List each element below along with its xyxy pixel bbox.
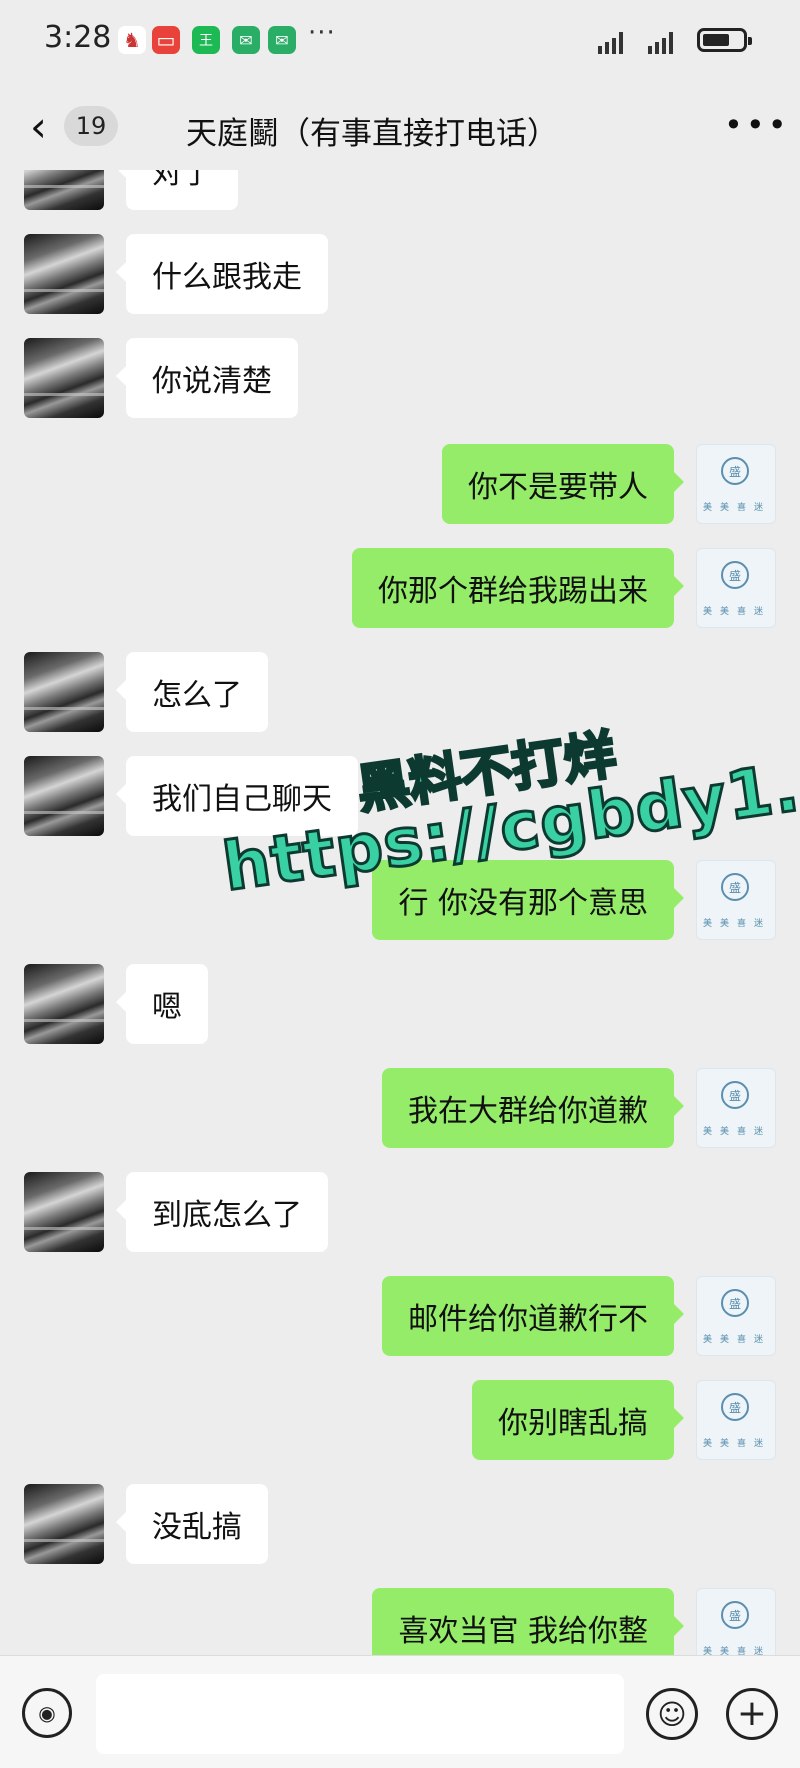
avatar[interactable]: 盛 美美喜迷: [696, 860, 776, 940]
seal-icon: 盛: [721, 1289, 749, 1317]
avatar-caption: 美美喜迷: [703, 503, 772, 513]
seal-icon: 盛: [721, 1601, 749, 1629]
message-bubble[interactable]: 行 你没有那个意思: [372, 860, 684, 940]
seal-icon: 盛: [721, 1081, 749, 1109]
message-bubble[interactable]: 到底怎么了: [116, 1172, 328, 1252]
more-notifications-icon: ···: [308, 18, 336, 48]
avatar[interactable]: [24, 652, 104, 732]
message-bubble[interactable]: 嗯: [116, 964, 208, 1044]
message-bubble[interactable]: 你不是要带人: [442, 444, 684, 524]
avatar[interactable]: [24, 964, 104, 1044]
input-bar: ◉ ☺ +: [0, 1655, 800, 1768]
avatar[interactable]: 盛 美美喜迷: [696, 1068, 776, 1148]
signal-icon: [598, 30, 623, 54]
message-bubble[interactable]: 喜欢当官 我给你整: [372, 1588, 684, 1655]
avatar[interactable]: 盛 美美喜迷: [696, 1380, 776, 1460]
avatar-caption: 美美喜迷: [703, 919, 772, 929]
green-app-icon: 王: [192, 26, 220, 54]
avatar[interactable]: 盛 美美喜迷: [696, 1588, 776, 1655]
message-bubble[interactable]: 对了: [116, 170, 238, 210]
message-bubble[interactable]: 我们自己聊天: [116, 756, 358, 836]
message-bubble[interactable]: 我在大群给你道歉: [382, 1068, 684, 1148]
avatar[interactable]: 盛 美美喜迷: [696, 444, 776, 524]
message-input[interactable]: [96, 1674, 624, 1754]
wechat-icon: ✉: [232, 26, 260, 54]
avatar[interactable]: 盛 美美喜迷: [696, 548, 776, 628]
avatar-caption: 美美喜迷: [703, 607, 772, 617]
avatar-caption: 美美喜迷: [703, 1127, 772, 1137]
avatar[interactable]: [24, 756, 104, 836]
message-bubble[interactable]: 邮件给你道歉行不: [382, 1276, 684, 1356]
avatar[interactable]: [24, 234, 104, 314]
avatar-caption: 美美喜迷: [703, 1647, 772, 1655]
game-app-icon: ♞: [118, 26, 146, 54]
signal-icon-2: [648, 30, 673, 54]
back-icon[interactable]: ‹: [30, 106, 47, 148]
avatar-caption: 美美喜迷: [703, 1335, 772, 1345]
avatar[interactable]: [24, 170, 104, 210]
red-app-icon: ▭: [152, 26, 180, 54]
voice-icon[interactable]: ◉: [22, 1688, 72, 1738]
seal-icon: 盛: [721, 561, 749, 589]
message-list[interactable]: 对了 什么跟我走 你说清楚 盛 美美喜迷 你不是要带人 盛 美美喜迷 你那个群给…: [0, 170, 800, 1655]
battery-icon: [697, 28, 752, 52]
avatar[interactable]: [24, 338, 104, 418]
unread-badge[interactable]: 19: [64, 106, 118, 146]
status-bar: 3:28 ♞ ▭ 王 ✉ ✉ ···: [0, 0, 800, 84]
seal-icon: 盛: [721, 457, 749, 485]
more-icon[interactable]: •••: [724, 106, 790, 144]
seal-icon: 盛: [721, 1393, 749, 1421]
message-bubble[interactable]: 你那个群给我踢出来: [352, 548, 684, 628]
status-time: 3:28: [44, 20, 112, 55]
chat-header: ‹ 19 天庭鬭（有事直接打电话） •••: [0, 84, 800, 170]
avatar[interactable]: [24, 1172, 104, 1252]
avatar-caption: 美美喜迷: [703, 1439, 772, 1449]
message-bubble[interactable]: 什么跟我走: [116, 234, 328, 314]
message-bubble[interactable]: 怎么了: [116, 652, 268, 732]
message-bubble[interactable]: 你说清楚: [116, 338, 298, 418]
emoji-icon[interactable]: ☺: [646, 1688, 698, 1740]
seal-icon: 盛: [721, 873, 749, 901]
message-bubble[interactable]: 没乱搞: [116, 1484, 268, 1564]
plus-icon[interactable]: +: [726, 1688, 778, 1740]
message-bubble[interactable]: 你别瞎乱搞: [472, 1380, 684, 1460]
avatar[interactable]: 盛 美美喜迷: [696, 1276, 776, 1356]
wechat-icon: ✉: [268, 26, 296, 54]
chat-title: 天庭鬭（有事直接打电话）: [186, 116, 558, 152]
avatar[interactable]: [24, 1484, 104, 1564]
